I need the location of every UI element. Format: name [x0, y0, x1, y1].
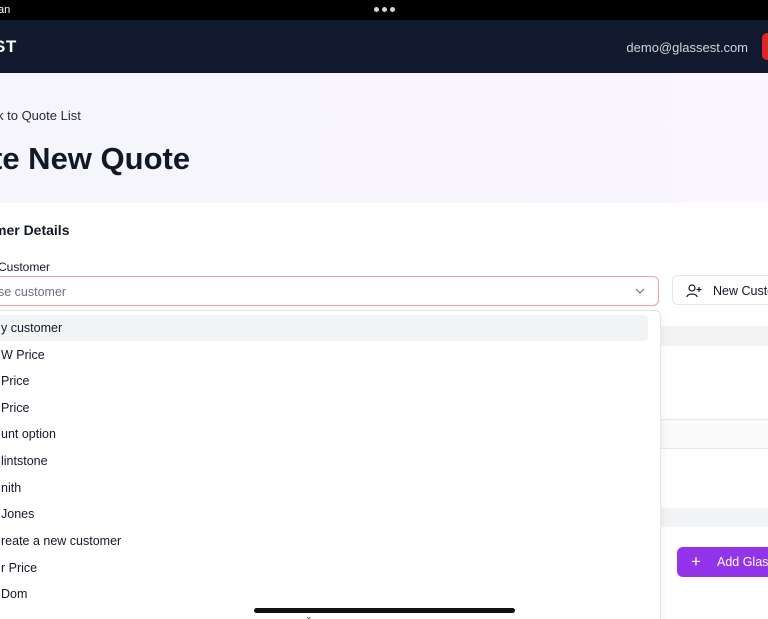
dropdown-option[interactable]: Price [0, 368, 648, 394]
dropdown-option[interactable]: r Price [0, 555, 648, 581]
logout-button[interactable] [762, 33, 768, 60]
customer-details-card: mer Details Customer se customer New Cus… [0, 203, 768, 326]
dropdown-option[interactable]: nith [0, 475, 648, 501]
dropdown-option[interactable]: Dom [0, 581, 648, 607]
dropdown-option[interactable]: lintstone [0, 448, 648, 474]
add-glass-label: Add Glass [717, 555, 768, 569]
dropdown-option[interactable]: W Price [0, 342, 648, 368]
ios-status-bar: an [0, 0, 768, 20]
dropdown-option[interactable]: y customer [0, 315, 648, 341]
customer-select[interactable]: se customer [0, 276, 659, 306]
dropdown-option[interactable]: unt option [0, 421, 648, 447]
brand-logo[interactable]: ST [0, 37, 17, 57]
page-header: k to Quote List te New Quote [0, 73, 768, 203]
customer-dropdown-list[interactable]: y customer W Price Price Price unt optio… [0, 310, 661, 619]
dropdown-option[interactable]: Jones [0, 501, 648, 527]
add-glass-button[interactable]: + Add Glass [677, 547, 768, 577]
page-title: te New Quote [0, 141, 191, 176]
home-indicator[interactable] [254, 608, 515, 613]
back-to-quote-list-link[interactable]: k to Quote List [0, 108, 81, 123]
select-placeholder: se customer [0, 285, 67, 299]
new-customer-button[interactable]: New Custo [672, 275, 768, 305]
plus-icon: + [691, 552, 701, 571]
status-carrier: an [0, 4, 11, 16]
user-email: demo@glassest.com [626, 40, 748, 55]
section-title: mer Details [0, 222, 70, 238]
chevron-down-icon [635, 288, 645, 294]
dropdown-option-create-new[interactable]: reate a new customer [0, 528, 648, 554]
customer-field-label: Customer [0, 260, 51, 274]
user-plus-icon [686, 284, 702, 298]
top-navigation: ST demo@glassest.com [0, 20, 768, 73]
new-customer-label: New Custo [713, 284, 768, 298]
multitasking-dots-icon[interactable] [374, 7, 395, 12]
dropdown-option[interactable]: Price [0, 395, 648, 421]
